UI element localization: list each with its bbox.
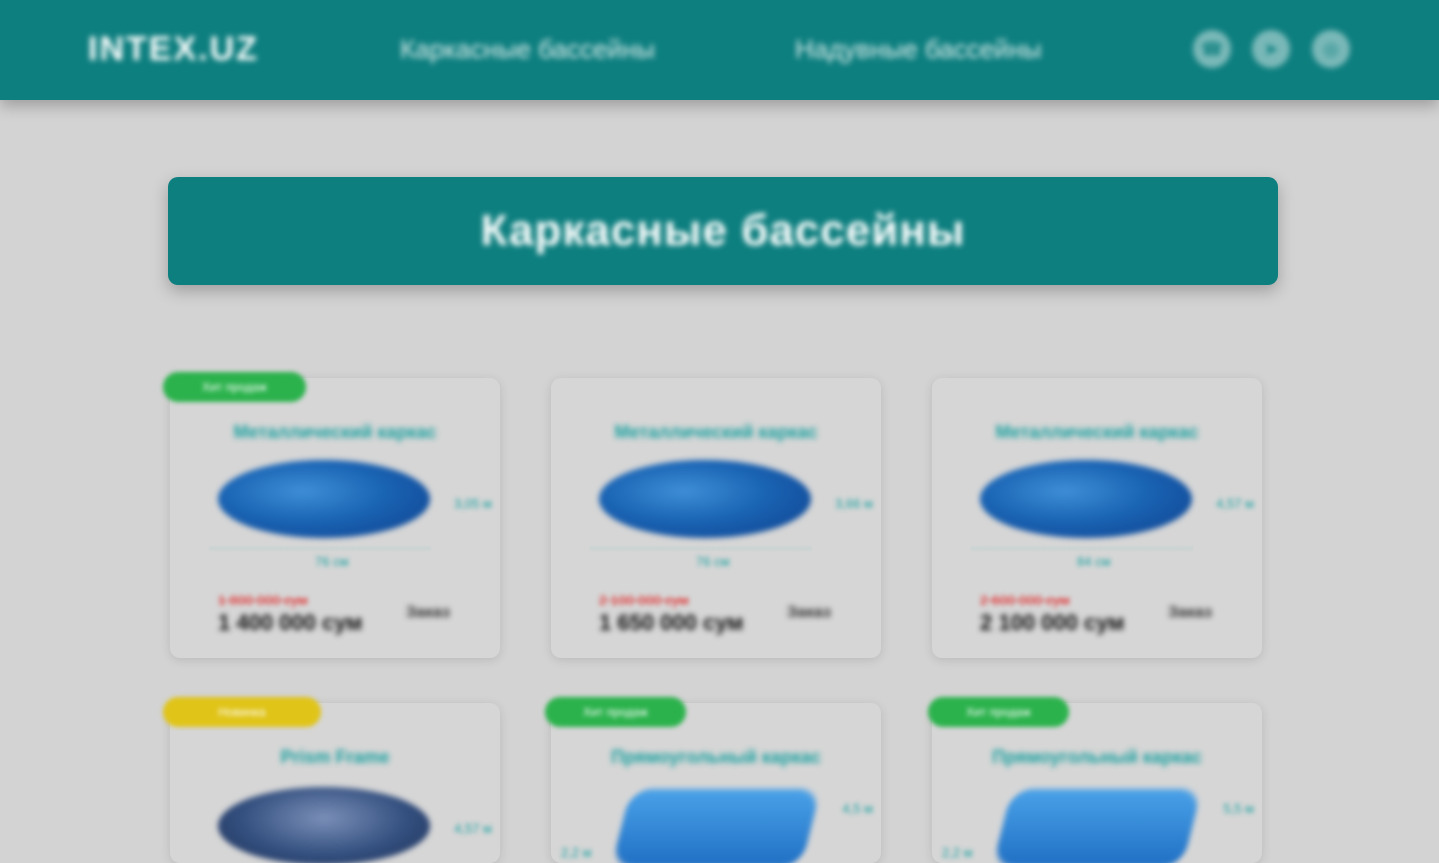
product-image bbox=[992, 789, 1202, 863]
product-image bbox=[599, 460, 811, 538]
status-badge: Новинка bbox=[163, 697, 321, 727]
product-width: 4,57 м bbox=[454, 821, 492, 836]
old-price: 2 100 000 сум bbox=[599, 592, 689, 608]
order-button[interactable]: Заказ bbox=[406, 604, 450, 622]
product-depth: 76 см bbox=[315, 554, 349, 569]
product-width: 4,57 м bbox=[1216, 496, 1254, 511]
dimension-line bbox=[210, 548, 430, 549]
top-navbar: INTEX.UZ Каркасные бассейны Надувные бас… bbox=[0, 0, 1439, 100]
product-width: 3,05 м bbox=[454, 496, 492, 511]
dimension-line bbox=[972, 548, 1192, 549]
product-width: 4,5 м bbox=[842, 801, 873, 816]
old-price: 2 600 000 сум bbox=[980, 592, 1070, 608]
product-width: 5,5 м bbox=[1223, 801, 1254, 816]
telegram-icon[interactable]: ➤ bbox=[1252, 30, 1290, 68]
product-title: Металлический каркас bbox=[614, 422, 818, 442]
nav-link-inflatable-pools[interactable]: Надувные бассейны bbox=[795, 34, 1042, 65]
product-depth: 2,2 м bbox=[561, 845, 592, 860]
instagram-icon[interactable]: ◎ bbox=[1312, 30, 1350, 68]
phone-icon[interactable]: ☎ bbox=[1193, 30, 1231, 68]
price: 1 400 000 сум bbox=[218, 610, 363, 635]
nav-link-frame-pools[interactable]: Каркасные бассейны bbox=[400, 34, 655, 65]
product-depth: 76 см bbox=[696, 554, 730, 569]
site-logo[interactable]: INTEX.UZ bbox=[88, 30, 259, 69]
product-image bbox=[218, 460, 430, 538]
order-button[interactable]: Заказ bbox=[1168, 604, 1212, 622]
product-card[interactable]: Металлический каркас 3,05 м 76 см 1 800 … bbox=[170, 378, 500, 658]
product-depth: 2,2 м bbox=[942, 845, 973, 860]
product-title: Металлический каркас bbox=[995, 422, 1199, 442]
status-badge: Хит продаж bbox=[545, 697, 686, 727]
product-title: Prism Frame bbox=[280, 747, 390, 767]
status-badge: Хит продаж bbox=[163, 372, 306, 402]
price: 1 650 000 сум bbox=[599, 610, 744, 635]
order-button[interactable]: Заказ bbox=[787, 604, 831, 622]
product-image bbox=[611, 789, 821, 863]
product-image bbox=[218, 787, 430, 863]
product-card[interactable]: Прямоугольный каркас 5,5 м 2,2 м bbox=[932, 703, 1262, 863]
product-image bbox=[980, 460, 1192, 538]
price: 2 100 000 сум bbox=[980, 610, 1125, 635]
product-title: Прямоугольный каркас bbox=[611, 747, 821, 767]
old-price: 1 800 000 сум bbox=[218, 592, 308, 608]
product-depth: 84 см bbox=[1077, 554, 1111, 569]
product-card[interactable]: Металлический каркас 4,57 м 84 см 2 600 … bbox=[932, 378, 1262, 658]
status-badge: Хит продаж bbox=[928, 697, 1069, 727]
product-card[interactable]: Металлический каркас 3,66 м 76 см 2 100 … bbox=[551, 378, 881, 658]
page-title: Каркасные бассейны bbox=[480, 206, 966, 255]
product-title: Металлический каркас bbox=[233, 422, 437, 442]
product-width: 3,66 м bbox=[835, 496, 873, 511]
product-card[interactable]: Прямоугольный каркас 4,5 м 2,2 м bbox=[551, 703, 881, 863]
product-title: Прямоугольный каркас bbox=[992, 747, 1202, 767]
product-card[interactable]: Prism Frame 4,57 м bbox=[170, 703, 500, 863]
section-banner: Каркасные бассейны bbox=[168, 177, 1278, 285]
dimension-line bbox=[591, 548, 811, 549]
